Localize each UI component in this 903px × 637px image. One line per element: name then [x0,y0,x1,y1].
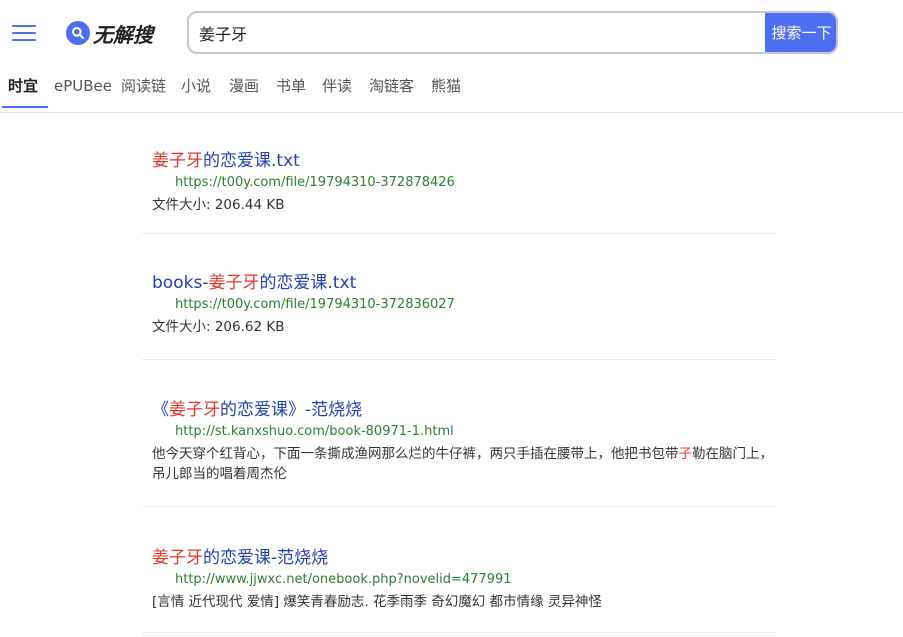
desc-prefix: 他今天穿个红背心，下面一条撕成渔网那么烂的牛仔裤，两只手插在腰带上，他把书包带 [152,446,679,462]
result-description: 他今天穿个红背心，下面一条撕成渔网那么烂的牛仔裤，两只手插在腰带上，他把书包带子… [152,444,776,484]
result-item: books-姜子牙的恋爱课.txt https://t00y.com/file/… [142,234,776,360]
result-url[interactable]: http://www.jjwxc.net/onebook.php?novelid… [152,572,776,587]
category-tabs: 时宜 ePUBee 阅读链 小说 漫画 书单 伴读 淘链客 熊猫 [0,66,903,113]
tab-manhua[interactable]: 漫画 [229,66,259,112]
result-title-link[interactable]: 姜子牙的恋爱课.txt [152,146,776,171]
search-results: 姜子牙的恋爱课.txt https://t00y.com/file/197943… [142,113,776,633]
result-url[interactable]: https://t00y.com/file/19794310-372836027 [152,297,776,312]
search-magnifier-icon [66,21,90,45]
title-suffix: 的恋爱课-范烧烧 [203,548,329,568]
result-item: 姜子牙的恋爱课-范烧烧 http://www.jjwxc.net/onebook… [142,507,776,633]
result-description: 文件大小: 206.44 KB [152,197,285,213]
logo-text: 无解搜 [93,22,153,47]
tab-shiyi[interactable]: 时宜 [1,66,49,112]
result-description: [言情 近代现代 爱情] 爆笑青春励志. 花季雨季 奇幻魔幻 都市情缘 灵异神怪 [152,594,602,610]
title-suffix: 的恋爱课》-范烧烧 [220,400,363,420]
result-item: 《姜子牙的恋爱课》-范烧烧 http://st.kanxshuo.com/boo… [142,360,776,507]
tab-taolianke[interactable]: 淘链客 [369,66,414,112]
search-button[interactable]: 搜索一下 [765,13,836,52]
result-description: 文件大小: 206.62 KB [152,319,285,335]
title-highlight: 姜子牙 [152,151,203,171]
title-highlight: 姜子牙 [208,273,260,293]
result-title-link[interactable]: books-姜子牙的恋爱课.txt [152,268,776,293]
title-prefix: 《 [152,400,169,420]
title-highlight: 姜子牙 [152,548,203,568]
result-url[interactable]: https://t00y.com/file/19794310-372878426 [152,175,776,190]
title-prefix: books- [152,273,209,293]
search-input[interactable] [189,13,765,52]
result-title-link[interactable]: 姜子牙的恋爱课-范烧烧 [152,543,776,568]
result-item: 姜子牙的恋爱课.txt https://t00y.com/file/197943… [142,113,776,234]
menu-line [12,25,36,27]
title-suffix: 的恋爱课.txt [203,151,300,171]
title-highlight: 姜子牙 [169,400,220,420]
tab-shudan[interactable]: 书单 [276,66,306,112]
title-suffix: 的恋爱课.txt [259,273,357,293]
header: 无解搜 搜索一下 [0,0,903,66]
site-logo[interactable]: 无解搜 [66,20,153,47]
desc-highlight: 子 [678,446,693,462]
result-url[interactable]: http://st.kanxshuo.com/book-80971-1.html [152,424,776,439]
result-title-link[interactable]: 《姜子牙的恋爱课》-范烧烧 [152,395,776,420]
tab-xiaoshuo[interactable]: 小说 [181,66,211,112]
hamburger-menu-icon[interactable] [12,24,36,42]
tab-yuedulian[interactable]: 阅读链 [121,66,166,112]
tab-epubee[interactable]: ePUBee [54,66,112,112]
tab-xiongmao[interactable]: 熊猫 [431,66,461,112]
search-box: 搜索一下 [187,11,838,54]
menu-line [12,39,36,41]
tab-bandu[interactable]: 伴读 [322,66,352,112]
menu-line [12,32,36,34]
